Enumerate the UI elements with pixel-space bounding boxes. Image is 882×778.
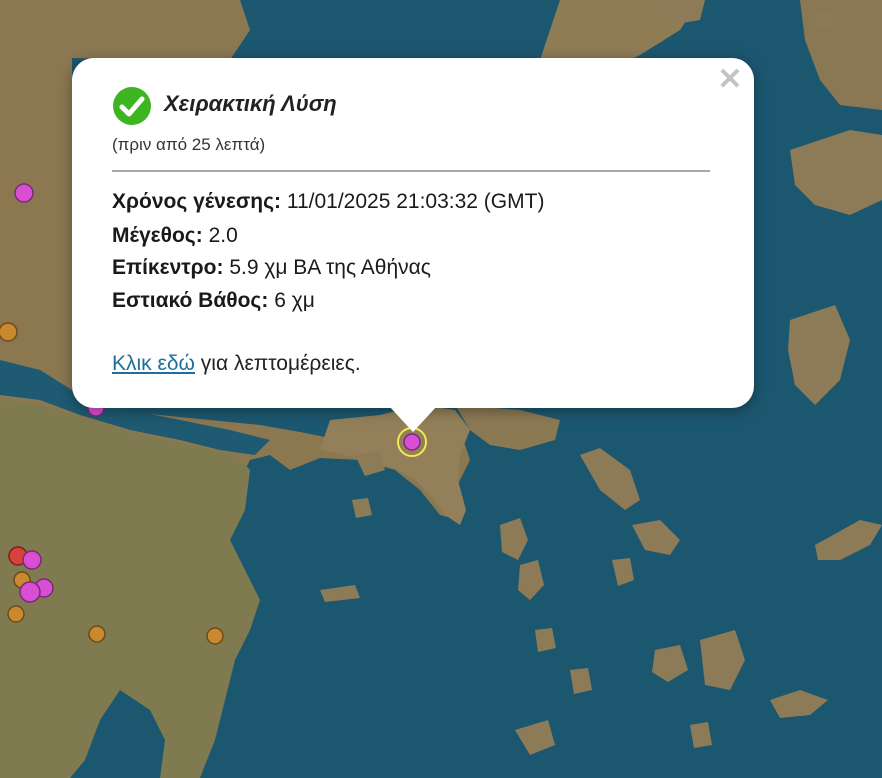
divider (112, 170, 710, 172)
quake-marker[interactable] (19, 581, 41, 603)
earthquake-popup: ✕ Χειρακτική Λύση (πριν από 25 λεπτά) Χρ… (72, 58, 754, 408)
quake-marker[interactable] (0, 322, 18, 342)
depth-value: 6 χμ (274, 289, 315, 312)
magnitude-row: Μέγεθος: 2.0 (112, 224, 238, 248)
details-suffix: για λεπτομέρειες. (194, 352, 361, 375)
depth-row: Εστιακό Βάθος: 6 χμ (112, 289, 315, 313)
magnitude-value: 2.0 (208, 224, 238, 247)
quake-marker[interactable] (7, 605, 25, 623)
time-ago: (πριν από 25 λεπτά) (112, 135, 266, 154)
epicenter-value: 5.9 χμ ΒΑ της Αθήνας (229, 256, 431, 279)
epicenter-row: Επίκεντρο: 5.9 χμ ΒΑ της Αθήνας (112, 256, 431, 280)
origin-time-label: Χρόνος γένεσης: (112, 190, 281, 213)
origin-time-row: Χρόνος γένεσης: 11/01/2025 21:03:32 (GMT… (112, 190, 544, 214)
details-link[interactable]: Κλικ εδώ (112, 352, 195, 375)
details-line: Κλικ εδώ για λεπτομέρειες. (112, 352, 361, 376)
quake-marker-selected[interactable] (403, 433, 421, 451)
depth-label: Εστιακό Βάθος: (112, 289, 269, 312)
popup-pointer (389, 406, 437, 432)
quake-marker[interactable] (14, 183, 34, 203)
magnitude-label: Μέγεθος: (112, 224, 203, 247)
origin-time-value: 11/01/2025 21:03:32 (GMT) (286, 190, 545, 213)
quake-marker[interactable] (206, 627, 224, 645)
check-icon (113, 87, 151, 125)
quake-marker[interactable] (88, 625, 106, 643)
close-icon[interactable]: ✕ (716, 65, 744, 95)
quake-marker[interactable] (22, 550, 42, 570)
epicenter-label: Επίκεντρο: (112, 256, 224, 279)
popup-title: Χειρακτική Λύση (164, 91, 337, 116)
